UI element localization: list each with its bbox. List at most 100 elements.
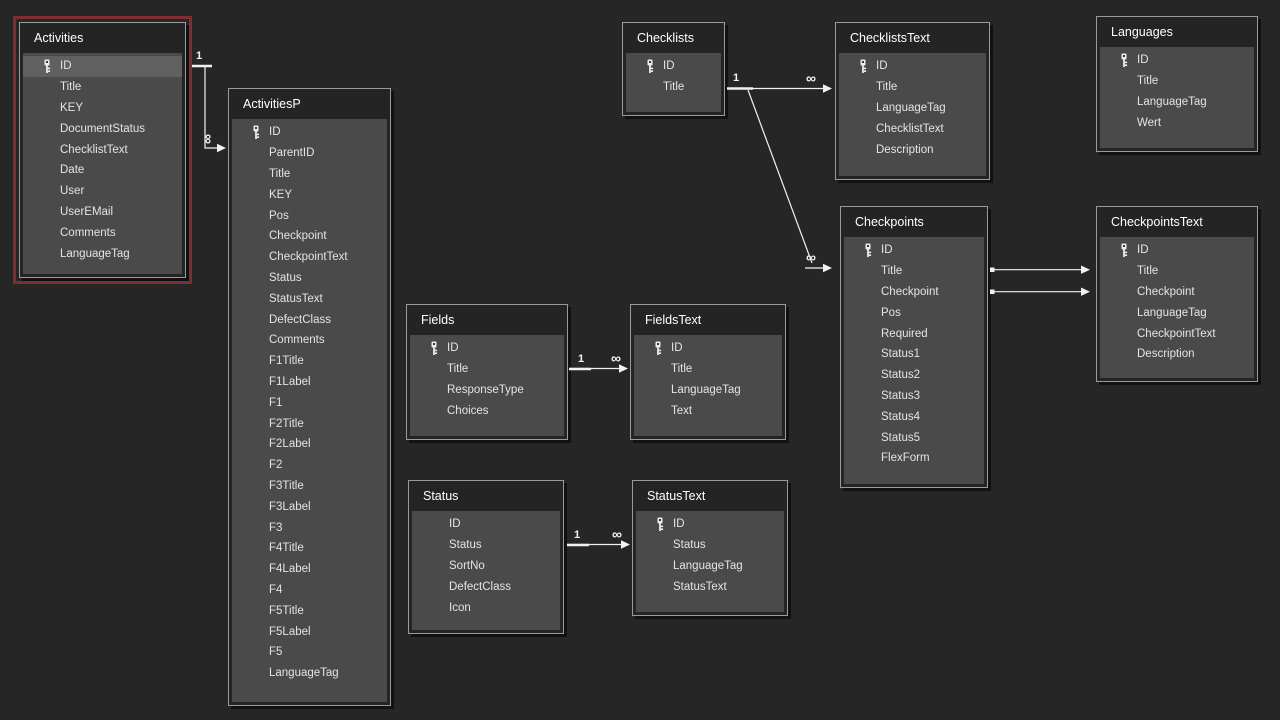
field-row-id[interactable]: ID [839,56,986,77]
field-row-languagetag[interactable]: LanguageTag [636,556,784,577]
field-row-f4[interactable]: F4 [232,580,387,601]
field-row-languagetag[interactable]: LanguageTag [634,380,782,401]
field-row-title[interactable]: Title [1100,261,1254,282]
field-row-sortno[interactable]: SortNo [412,556,560,577]
table-title[interactable]: Fields [407,305,567,335]
field-row-status[interactable]: Status [412,535,560,556]
field-row-responsetype[interactable]: ResponseType [410,380,564,401]
field-row-f5label[interactable]: F5Label [232,621,387,642]
field-row-wert[interactable]: Wert [1100,112,1254,133]
relationship-checklists-checkliststext[interactable] [727,84,832,92]
field-row-pos[interactable]: Pos [232,205,387,226]
field-row-id[interactable]: ID [23,56,182,77]
field-row-date[interactable]: Date [23,160,182,181]
field-row-languagetag[interactable]: LanguageTag [1100,302,1254,323]
field-row-id[interactable]: ID [634,338,782,359]
field-row-languagetag[interactable]: LanguageTag [23,243,182,264]
field-row-title[interactable]: Title [232,164,387,185]
relationship-checkpoints-checkpointstext-2[interactable] [990,288,1090,296]
table-fieldstext[interactable]: FieldsText IDTitleLanguageTagText [630,304,786,440]
field-row-title[interactable]: Title [410,359,564,380]
table-languages[interactable]: Languages IDTitleLanguageTagWert [1096,16,1258,152]
field-row-description[interactable]: Description [1100,344,1254,365]
field-row-key[interactable]: KEY [232,184,387,205]
field-row-comments[interactable]: Comments [232,330,387,351]
field-row-id[interactable]: ID [844,240,984,261]
field-row-status3[interactable]: Status3 [844,386,984,407]
table-fields[interactable]: Fields IDTitleResponseTypeChoices [406,304,568,440]
field-row-icon[interactable]: Icon [412,597,560,618]
field-row-status5[interactable]: Status5 [844,427,984,448]
field-row-title[interactable]: Title [844,261,984,282]
field-row-status4[interactable]: Status4 [844,406,984,427]
field-row-checkpoint[interactable]: Checkpoint [844,282,984,303]
field-row-f5title[interactable]: F5Title [232,600,387,621]
field-row-required[interactable]: Required [844,323,984,344]
field-row-languagetag[interactable]: LanguageTag [839,98,986,119]
field-row-f3title[interactable]: F3Title [232,476,387,497]
field-row-f3[interactable]: F3 [232,517,387,538]
field-row-title[interactable]: Title [839,77,986,98]
field-row-id[interactable]: ID [636,514,784,535]
field-row-f5[interactable]: F5 [232,642,387,663]
field-row-user[interactable]: User [23,181,182,202]
table-title[interactable]: Checklists [623,23,724,53]
field-row-parentid[interactable]: ParentID [232,143,387,164]
field-row-key[interactable]: KEY [23,98,182,119]
table-activities[interactable]: Activities IDTitleKEYDocumentStatusCheck… [19,22,186,278]
table-title[interactable]: FieldsText [631,305,785,335]
table-title[interactable]: ActivitiesP [229,89,390,119]
table-checkliststext[interactable]: ChecklistsText IDTitleLanguageTagCheckli… [835,22,990,180]
field-row-id[interactable]: ID [412,514,560,535]
table-title[interactable]: Status [409,481,563,511]
field-row-defectclass[interactable]: DefectClass [412,576,560,597]
field-row-languagetag[interactable]: LanguageTag [232,663,387,684]
field-row-checkpointtext[interactable]: CheckpointText [232,247,387,268]
field-row-pos[interactable]: Pos [844,302,984,323]
table-title[interactable]: Languages [1097,17,1257,47]
table-status[interactable]: Status IDStatusSortNoDefectClassIcon [408,480,564,634]
field-row-f2[interactable]: F2 [232,455,387,476]
field-row-f1label[interactable]: F1Label [232,372,387,393]
field-row-choices[interactable]: Choices [410,400,564,421]
field-row-description[interactable]: Description [839,139,986,160]
field-row-status2[interactable]: Status2 [844,365,984,386]
field-row-f1title[interactable]: F1Title [232,351,387,372]
field-row-statustext[interactable]: StatusText [232,288,387,309]
relationship-checkpoints-checkpointstext-1[interactable] [990,266,1090,274]
field-row-flexform[interactable]: FlexForm [844,448,984,469]
table-checklists[interactable]: Checklists IDTitle [622,22,725,116]
field-row-documentstatus[interactable]: DocumentStatus [23,118,182,139]
field-row-f2title[interactable]: F2Title [232,413,387,434]
field-row-f1[interactable]: F1 [232,392,387,413]
field-row-checklisttext[interactable]: ChecklistText [23,139,182,160]
table-statustext[interactable]: StatusText IDStatusLanguageTagStatusText [632,480,788,616]
table-title[interactable]: Activities [20,23,185,53]
field-row-status[interactable]: Status [232,268,387,289]
field-row-statustext[interactable]: StatusText [636,576,784,597]
field-row-checklisttext[interactable]: ChecklistText [839,118,986,139]
field-row-f2label[interactable]: F2Label [232,434,387,455]
field-row-f4title[interactable]: F4Title [232,538,387,559]
field-row-id[interactable]: ID [1100,50,1254,71]
field-row-comments[interactable]: Comments [23,222,182,243]
table-title[interactable]: Checkpoints [841,207,987,237]
table-title[interactable]: StatusText [633,481,787,511]
table-title[interactable]: ChecklistsText [836,23,989,53]
table-checkpointstext[interactable]: CheckpointsText IDTitleCheckpointLanguag… [1096,206,1258,382]
field-row-id[interactable]: ID [232,122,387,143]
field-row-f3label[interactable]: F3Label [232,496,387,517]
field-row-languagetag[interactable]: LanguageTag [1100,92,1254,113]
field-row-id[interactable]: ID [410,338,564,359]
field-row-checkpoint[interactable]: Checkpoint [1100,282,1254,303]
field-row-useremail[interactable]: UserEMail [23,202,182,223]
table-activitiesp[interactable]: ActivitiesP IDParentIDTitleKEYPos Checkpo… [228,88,391,706]
field-row-text[interactable]: Text [634,400,782,421]
field-row-title[interactable]: Title [1100,71,1254,92]
field-row-status[interactable]: Status [636,535,784,556]
field-row-id[interactable]: ID [1100,240,1254,261]
field-row-defectclass[interactable]: DefectClass [232,309,387,330]
field-row-id[interactable]: ID [626,56,721,77]
table-checkpoints[interactable]: Checkpoints IDTitleCheckpointPosRequired… [840,206,988,488]
field-row-title[interactable]: Title [626,77,721,98]
